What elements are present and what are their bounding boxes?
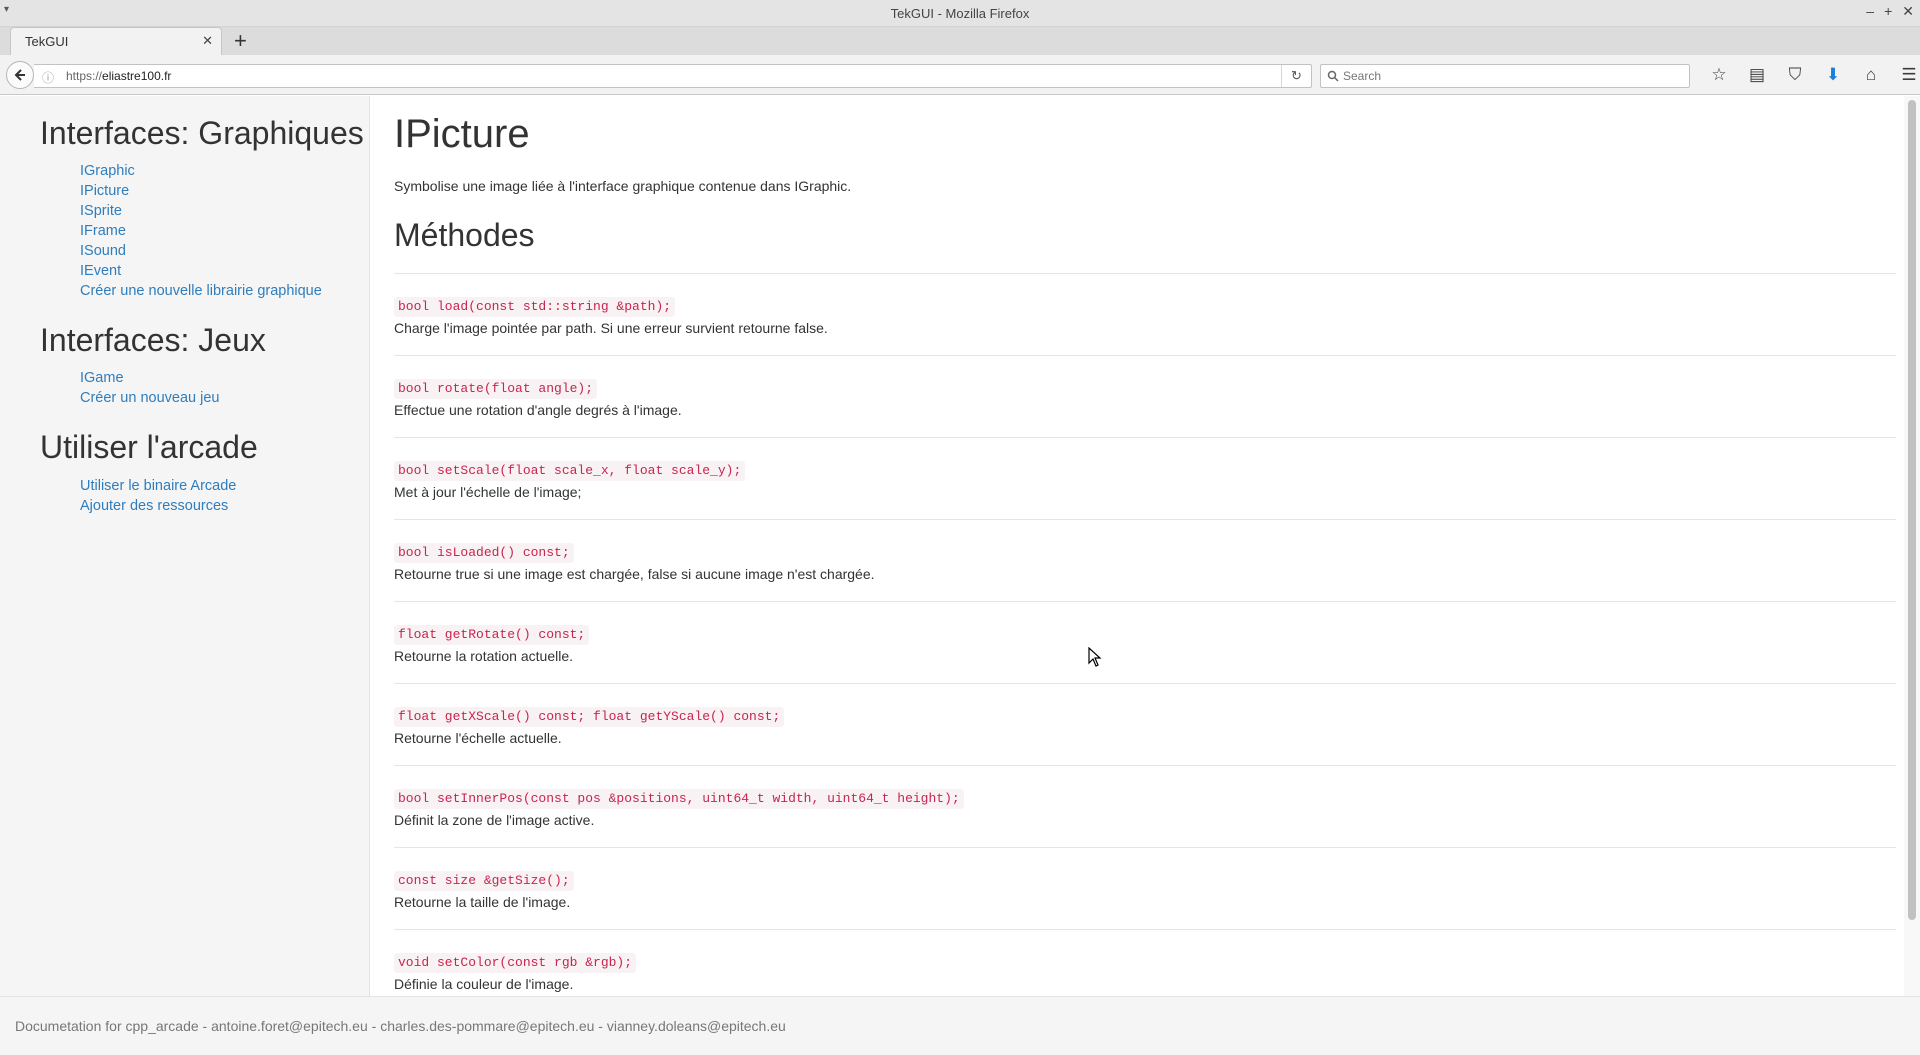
scrollbar-thumb[interactable]: [1908, 100, 1916, 920]
method-description: Retourne l'échelle actuelle.: [394, 730, 562, 747]
method-item: bool isLoaded() const; Retourne true si …: [394, 520, 1896, 603]
sidebar-link-igraphic[interactable]: IGraphic: [80, 163, 135, 179]
download-icon[interactable]: ⬇: [1814, 63, 1852, 87]
url-text[interactable]: https://eliastre100.fr: [66, 69, 171, 83]
methods-heading: Méthodes: [394, 217, 535, 253]
page-footer: Documetation for cpp_arcade - antoine.fo…: [0, 996, 1920, 1055]
back-button[interactable]: [6, 61, 34, 89]
maximize-icon[interactable]: +: [1884, 3, 1892, 20]
method-item: bool setInnerPos(const pos &positions, u…: [394, 766, 1896, 849]
main-content: IPicture Symbolise une image liée à l'in…: [394, 96, 1896, 996]
window-title: TekGUI - Mozilla Firefox: [890, 6, 1030, 21]
sidebar-list: IGraphic IPicture ISprite IFrame ISound …: [80, 161, 369, 301]
method-signature: float getRotate() const;: [394, 625, 590, 646]
method-description: Retourne la taille de l'image.: [394, 894, 571, 911]
method-description: Effectue une rotation d'angle degrés à l…: [394, 402, 682, 419]
search-icon: [1327, 70, 1339, 82]
page-scrollbar[interactable]: [1904, 96, 1920, 996]
sidebar-link-isound[interactable]: ISound: [80, 243, 126, 259]
home-icon[interactable]: ⌂: [1852, 63, 1890, 87]
page-title: IPicture: [394, 112, 530, 156]
tab-title: TekGUI: [25, 34, 69, 49]
sidebar-section-title: Interfaces: Graphiques: [40, 115, 364, 151]
method-signature: bool rotate(float angle);: [394, 379, 598, 400]
methods-list: bool load(const std::string &path); Char…: [394, 273, 1896, 996]
window-controls: – + ✕: [1866, 3, 1914, 20]
sidebar-link-new-graphic-lib[interactable]: Créer une nouvelle librairie graphique: [80, 283, 322, 299]
footer-text: Documetation for cpp_arcade - antoine.fo…: [15, 1018, 786, 1034]
sidebar: Interfaces: Graphiques IGraphic IPicture…: [0, 96, 370, 996]
search-bar: [1320, 64, 1690, 88]
method-signature: bool isLoaded() const;: [394, 543, 574, 564]
method-item: bool rotate(float angle); Effectue une r…: [394, 356, 1896, 439]
tab-close-icon[interactable]: ✕: [202, 33, 213, 49]
method-item: bool setScale(float scale_x, float scale…: [394, 438, 1896, 521]
method-description: Définit la zone de l'image active.: [394, 812, 595, 829]
reading-list-icon[interactable]: ▤: [1738, 63, 1776, 87]
method-item: bool load(const std::string &path); Char…: [394, 274, 1896, 357]
method-description: Retourne true si une image est chargée, …: [394, 566, 875, 583]
method-signature: bool load(const std::string &path);: [394, 297, 676, 318]
page-description: Symbolise une image liée à l'interface g…: [394, 178, 852, 194]
close-window-icon[interactable]: ✕: [1902, 3, 1914, 20]
tab-strip: TekGUI ✕ +: [0, 27, 1920, 55]
search-input[interactable]: [1343, 67, 1673, 85]
method-description: Charge l'image pointée par path. Si une …: [394, 320, 828, 337]
method-signature: float getXScale() const; float getYScale…: [394, 707, 785, 728]
sidebar-section-title: Interfaces: Jeux: [40, 322, 266, 359]
sidebar-section-title: Utiliser l'arcade: [40, 429, 258, 466]
sidebar-link-isprite[interactable]: ISprite: [80, 203, 122, 219]
sidebar-link-ievent[interactable]: IEvent: [80, 263, 121, 279]
method-item: void setColor(const rgb &rgb); Définie l…: [394, 930, 1896, 996]
sidebar-link-igame[interactable]: IGame: [80, 370, 124, 386]
method-signature: bool setInnerPos(const pos &positions, u…: [394, 789, 964, 810]
method-item: const size &getSize(); Retourne la taill…: [394, 848, 1896, 931]
menu-icon[interactable]: ☰: [1890, 63, 1920, 87]
minimize-icon[interactable]: –: [1866, 3, 1874, 20]
back-arrow-icon: [14, 69, 25, 81]
page-content: Interfaces: Graphiques IGraphic IPicture…: [0, 96, 1920, 996]
navigation-toolbar: ⓘ https://eliastre100.fr ↻ ☆ ▤ ⛉ ⬇ ⌂ ☰: [0, 55, 1920, 95]
method-description: Retourne la rotation actuelle.: [394, 648, 573, 665]
method-description: Définie la couleur de l'image.: [394, 976, 574, 993]
method-item: float getRotate() const; Retourne la rot…: [394, 602, 1896, 685]
sidebar-link-add-resources[interactable]: Ajouter des ressources: [80, 498, 228, 514]
window-titlebar: ▾ TekGUI - Mozilla Firefox – + ✕: [0, 0, 1920, 27]
tab-tekgui[interactable]: TekGUI ✕: [10, 27, 222, 55]
reload-icon[interactable]: ↻: [1281, 65, 1311, 87]
sidebar-link-use-arcade[interactable]: Utiliser le binaire Arcade: [80, 478, 236, 494]
sidebar-list: IGame Créer un nouveau jeu: [80, 368, 369, 408]
method-signature: bool setScale(float scale_x, float scale…: [394, 461, 746, 482]
method-signature: const size &getSize();: [394, 871, 574, 892]
info-icon[interactable]: ⓘ: [42, 69, 54, 86]
sidebar-link-ipicture[interactable]: IPicture: [80, 183, 129, 199]
mouse-cursor-icon: [1088, 647, 1102, 667]
method-signature: void setColor(const rgb &rgb);: [394, 953, 637, 974]
sidebar-list: Utiliser le binaire Arcade Ajouter des r…: [80, 476, 369, 516]
toolbar-icons: ☆ ▤ ⛉ ⬇ ⌂ ☰: [1700, 63, 1920, 87]
bookmark-star-icon[interactable]: ☆: [1700, 63, 1738, 87]
method-description: Met à jour l'échelle de l'image;: [394, 484, 582, 501]
url-bar[interactable]: ⓘ https://eliastre100.fr ↻: [34, 64, 1312, 88]
method-item: float getXScale() const; float getYScale…: [394, 684, 1896, 767]
new-tab-button[interactable]: +: [234, 28, 247, 54]
sidebar-link-new-game[interactable]: Créer un nouveau jeu: [80, 390, 219, 406]
sidebar-link-iframe[interactable]: IFrame: [80, 223, 126, 239]
pocket-icon[interactable]: ⛉: [1776, 63, 1814, 87]
